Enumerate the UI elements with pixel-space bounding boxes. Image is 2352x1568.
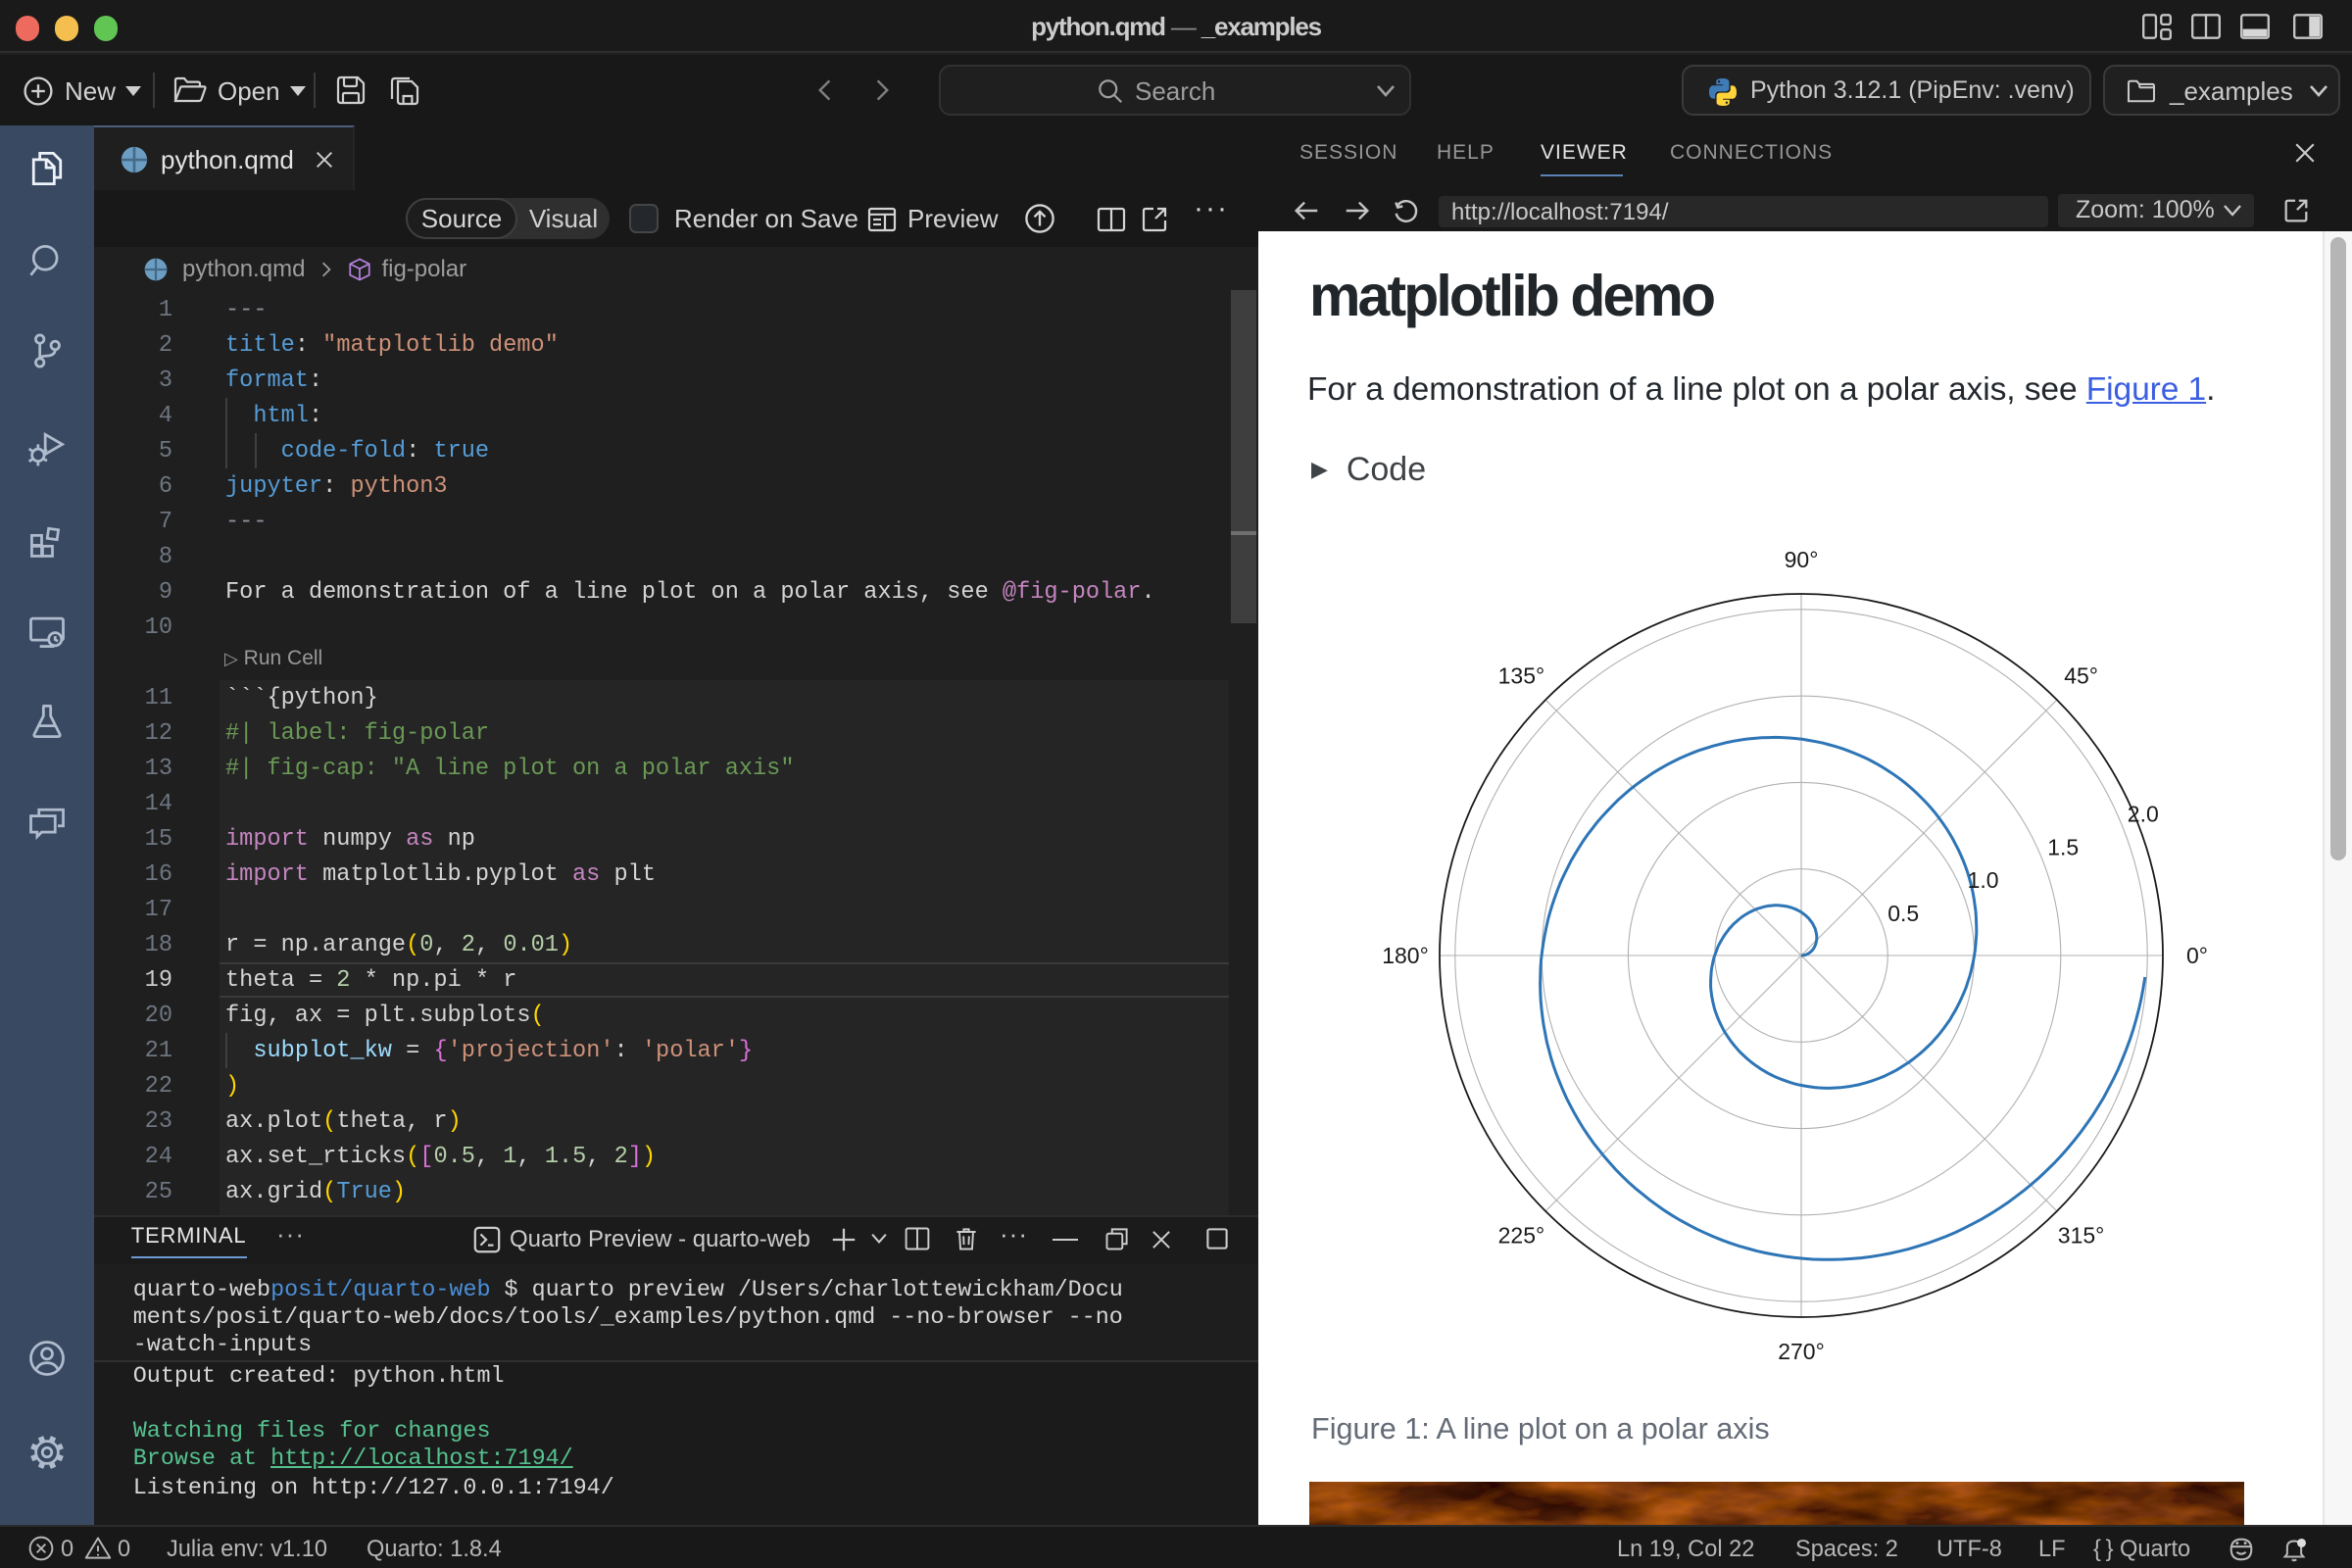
svg-text:90°: 90° [1785,547,1819,572]
svg-text:1.0: 1.0 [1968,867,1999,893]
svg-text:225°: 225° [1498,1223,1545,1249]
svg-text:0.5: 0.5 [1887,901,1919,926]
svg-text:315°: 315° [2058,1223,2105,1249]
svg-text:45°: 45° [2064,662,2098,688]
svg-text:1.5: 1.5 [2047,834,2079,859]
svg-text:135°: 135° [1498,662,1545,688]
svg-text:270°: 270° [1778,1339,1825,1364]
svg-text:2.0: 2.0 [2128,801,2159,826]
svg-text:180°: 180° [1382,943,1429,968]
svg-text:0°: 0° [2186,943,2208,968]
